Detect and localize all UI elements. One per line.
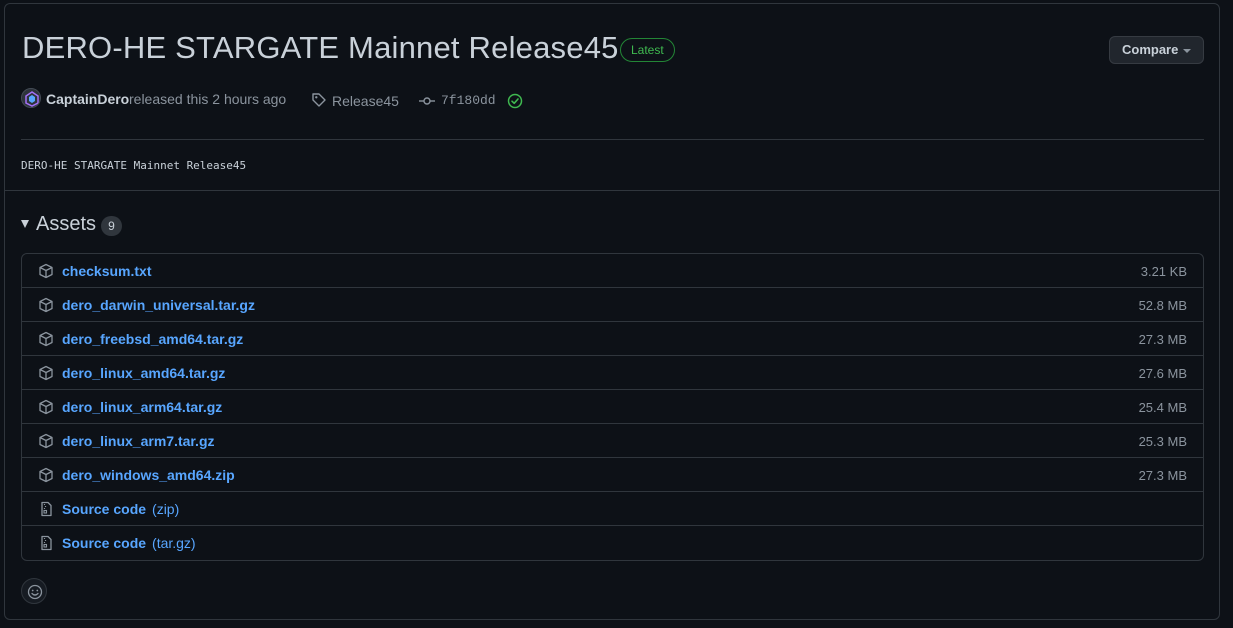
asset-link[interactable]: checksum.txt [62, 263, 151, 279]
asset-name: Source code [62, 535, 147, 551]
release-title[interactable]: DERO-HE STARGATE Mainnet Release45 [22, 30, 619, 66]
asset-size: 27.6 MB [1138, 366, 1187, 381]
author-link[interactable]: CaptainDero [46, 91, 129, 107]
asset-link[interactable]: dero_linux_arm7.tar.gz [62, 433, 215, 449]
asset-row: Source code (zip) [22, 491, 1203, 525]
tag-link[interactable]: Release45 [332, 93, 399, 109]
asset-row: dero_darwin_universal.tar.gz 52.8 MB [22, 287, 1203, 321]
release-description: DERO-HE STARGATE Mainnet Release45 [21, 159, 247, 172]
release-card: DERO-HE STARGATE Mainnet Release45 Lates… [4, 3, 1220, 620]
asset-size: 27.3 MB [1138, 332, 1187, 347]
package-icon [38, 263, 54, 284]
package-icon [38, 365, 54, 386]
asset-name: dero_windows_amd64.zip [62, 467, 235, 483]
asset-name: checksum.txt [62, 263, 152, 279]
compare-button[interactable]: Compare [1109, 36, 1204, 64]
caret-down-icon [21, 220, 29, 228]
file-zip-icon [38, 535, 54, 556]
package-icon [38, 399, 54, 420]
asset-name: dero_linux_arm64.tar.gz [62, 399, 223, 415]
package-icon [38, 331, 54, 352]
asset-size: 3.21 KB [1140, 264, 1187, 279]
asset-row: dero_linux_arm7.tar.gz 25.3 MB [22, 423, 1203, 457]
divider [21, 139, 1204, 140]
asset-row: dero_linux_arm64.tar.gz 25.4 MB [22, 389, 1203, 423]
asset-format: (tar.gz) [152, 535, 196, 551]
asset-name: Source code [62, 501, 147, 517]
asset-size: 25.3 MB [1138, 434, 1187, 449]
file-zip-icon [38, 501, 54, 522]
assets-count-badge: 9 [101, 216, 122, 236]
asset-row: checksum.txt 3.21 KB [22, 254, 1203, 287]
asset-name: dero_linux_amd64.tar.gz [62, 365, 226, 381]
git-commit-icon [419, 94, 435, 110]
asset-link[interactable]: dero_freebsd_amd64.tar.gz [62, 331, 243, 347]
asset-link[interactable]: dero_linux_amd64.tar.gz [62, 365, 225, 381]
asset-name: dero_freebsd_amd64.tar.gz [62, 331, 244, 347]
tag-icon [311, 92, 327, 111]
chevron-down-icon [1183, 49, 1191, 53]
check-circle-icon[interactable] [507, 93, 523, 112]
package-icon [38, 297, 54, 318]
asset-link[interactable]: dero_windows_amd64.zip [62, 467, 235, 483]
package-icon [38, 433, 54, 454]
asset-link[interactable]: Source code (tar.gz) [62, 535, 196, 551]
avatar[interactable] [21, 88, 41, 108]
asset-link[interactable]: dero_darwin_universal.tar.gz [62, 297, 255, 313]
asset-link[interactable]: dero_linux_arm64.tar.gz [62, 399, 222, 415]
asset-size: 52.8 MB [1138, 298, 1187, 313]
asset-row: dero_linux_amd64.tar.gz 27.6 MB [22, 355, 1203, 389]
asset-name: dero_darwin_universal.tar.gz [62, 297, 255, 313]
asset-row: dero_freebsd_amd64.tar.gz 27.3 MB [22, 321, 1203, 355]
asset-size: 27.3 MB [1138, 468, 1187, 483]
package-icon [38, 467, 54, 488]
asset-size: 25.4 MB [1138, 400, 1187, 415]
assets-title: Assets [36, 213, 97, 235]
divider [5, 190, 1219, 191]
add-reaction-button[interactable] [21, 578, 47, 604]
assets-list: checksum.txt 3.21 KB dero_darwin_univers… [21, 253, 1204, 561]
latest-badge: Latest [620, 38, 675, 62]
smiley-icon [27, 584, 43, 600]
asset-name: dero_linux_arm7.tar.gz [62, 433, 215, 449]
asset-row: Source code (tar.gz) [22, 525, 1203, 559]
asset-format: (zip) [152, 501, 180, 517]
compare-button-label: Compare [1122, 42, 1179, 57]
released-text: released this 2 hours ago [129, 91, 287, 107]
commit-link[interactable]: 7f180dd [441, 93, 496, 108]
asset-link[interactable]: Source code (zip) [62, 501, 179, 517]
asset-row: dero_windows_amd64.zip 27.3 MB [22, 457, 1203, 491]
